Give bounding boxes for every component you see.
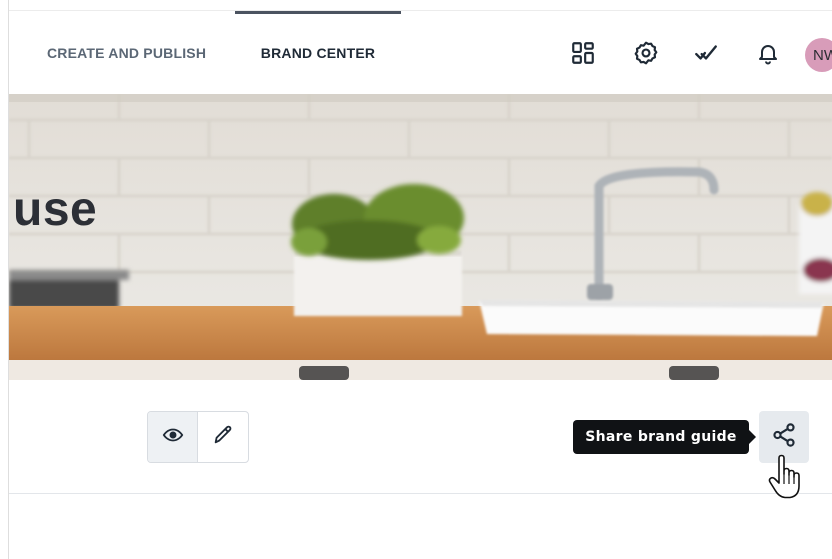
avatar[interactable]: NW: [805, 38, 832, 72]
page-title: use: [13, 183, 98, 236]
eye-icon: [162, 424, 184, 450]
kitchen-photo: [9, 94, 832, 380]
window-top-edge: [0, 0, 832, 10]
tab-brand-center[interactable]: BRAND CENTER: [235, 11, 401, 95]
bell-icon[interactable]: [754, 39, 782, 67]
brand-guide-toolbar: Share brand guide: [9, 380, 832, 494]
share-tooltip: Share brand guide: [573, 420, 756, 454]
avatar-initials: NW: [813, 46, 832, 64]
hero-banner: use: [9, 94, 832, 380]
edit-mode-button[interactable]: [198, 412, 248, 462]
share-icon: [771, 422, 797, 452]
hand-pointer-cursor-icon: [766, 454, 806, 500]
gear-icon[interactable]: [632, 39, 660, 67]
view-mode-toggle: [147, 411, 249, 463]
view-mode-button[interactable]: [148, 412, 198, 462]
top-navigation-bar: CREATE AND PUBLISH BRAND CENTER NW: [9, 10, 832, 94]
tab-create-and-publish[interactable]: CREATE AND PUBLISH: [47, 11, 206, 95]
window-left-edge: [0, 0, 9, 559]
dashboard-icon[interactable]: [569, 39, 597, 67]
double-check-icon[interactable]: [692, 39, 720, 67]
pencil-icon: [212, 424, 234, 450]
